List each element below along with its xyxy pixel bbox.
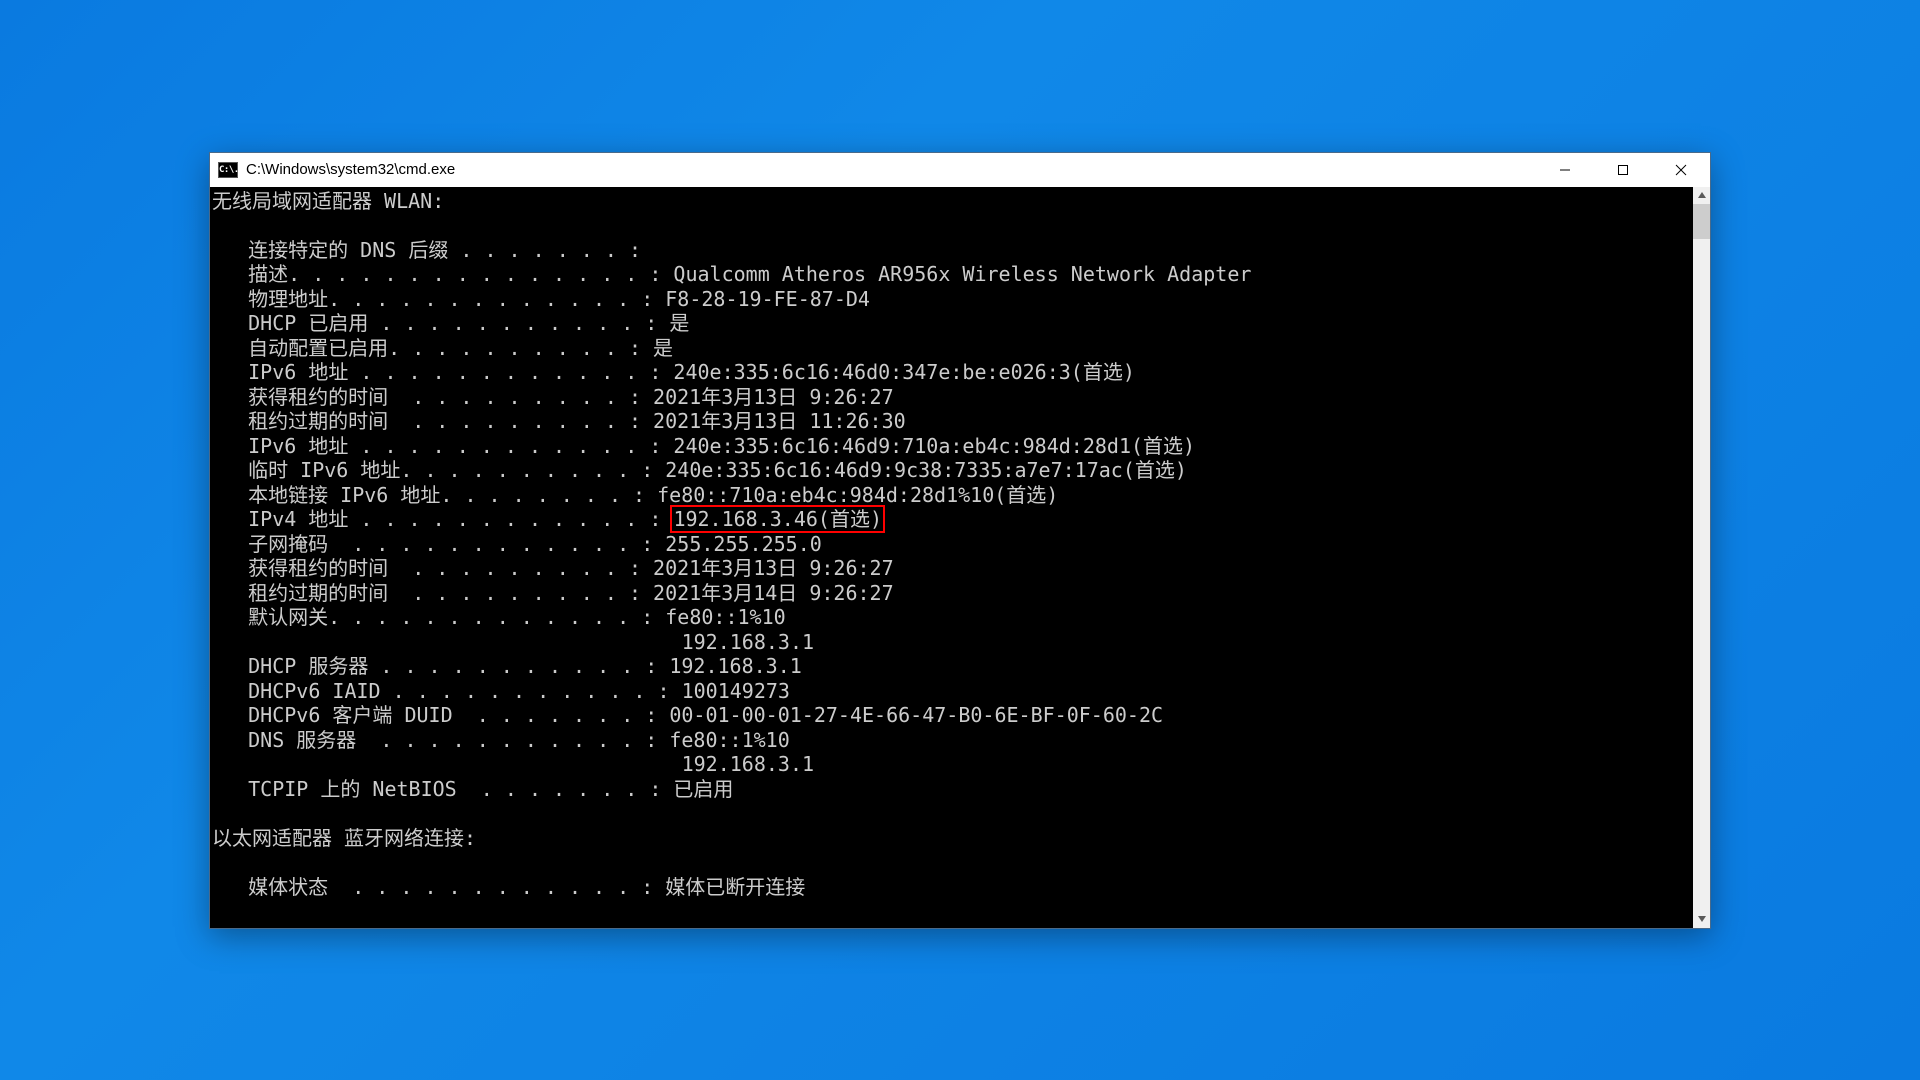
window-title: C:\Windows\system32\cmd.exe [246,161,455,178]
cmd-window: C:\. C:\Windows\system32\cmd.exe 无线局域网适配… [209,152,1711,929]
scrollbar[interactable] [1693,187,1710,928]
console-area: 无线局域网适配器 WLAN: 连接特定的 DNS 后缀 . . . . . . … [210,187,1710,928]
maximize-button[interactable] [1594,153,1652,187]
desktop: C:\. C:\Windows\system32\cmd.exe 无线局域网适配… [0,0,1920,1080]
ipv4-highlight: 192.168.3.46(首选) [670,505,885,533]
scrollbar-track[interactable] [1693,204,1710,911]
minimize-button[interactable] [1536,153,1594,187]
scroll-down-button[interactable] [1693,911,1710,928]
close-button[interactable] [1652,153,1710,187]
console-output[interactable]: 无线局域网适配器 WLAN: 连接特定的 DNS 后缀 . . . . . . … [210,187,1693,928]
titlebar[interactable]: C:\. C:\Windows\system32\cmd.exe [210,153,1710,187]
scroll-up-button[interactable] [1693,187,1710,204]
window-controls [1536,153,1710,187]
cmd-icon: C:\. [218,162,238,178]
title-left: C:\. C:\Windows\system32\cmd.exe [210,161,455,178]
scrollbar-thumb[interactable] [1693,204,1710,239]
